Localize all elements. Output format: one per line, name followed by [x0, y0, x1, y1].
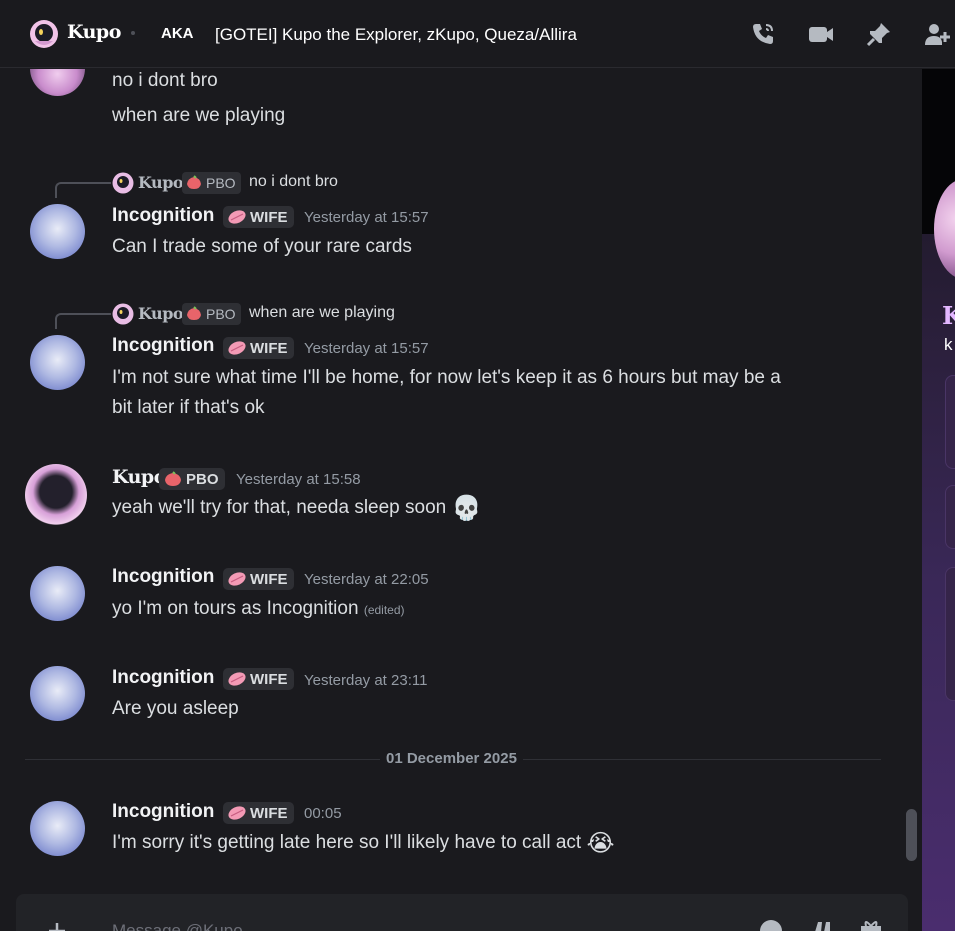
message-timestamp[interactable]: Yesterday at 15:57	[304, 209, 429, 226]
add-friend-icon[interactable]	[923, 20, 951, 48]
reply-author: Kupo	[138, 173, 184, 192]
message-text: no i dont bro	[112, 70, 218, 91]
role-tag[interactable]: WIFE	[223, 337, 294, 359]
message-timestamp[interactable]: Yesterday at 15:57	[304, 340, 429, 357]
date-divider-label: 01 December 2025	[380, 750, 523, 767]
plus-icon[interactable]	[46, 920, 68, 931]
tag-icon	[228, 672, 246, 686]
gift-icon[interactable]	[758, 918, 784, 931]
role-tag[interactable]: WIFE	[223, 568, 294, 590]
skull-emoji-icon: 💀	[451, 495, 482, 522]
reply-avatar	[112, 303, 134, 325]
message-author[interactable]: Kupo	[112, 466, 166, 488]
avatar[interactable]	[30, 204, 85, 259]
tag-icon	[187, 175, 201, 189]
message-text: Can I trade some of your rare cards	[112, 236, 412, 257]
header-separator-dot	[131, 31, 135, 35]
reply-avatar	[112, 172, 134, 194]
message-input[interactable]: Message @Kupo	[112, 921, 243, 931]
message-timestamp[interactable]: Yesterday at 15:58	[236, 471, 361, 488]
phone-call-icon[interactable]	[749, 20, 777, 48]
header-avatar[interactable]	[29, 19, 59, 49]
role-tag[interactable]: WIFE	[223, 206, 294, 228]
header-username: Kupo	[67, 21, 121, 43]
reply-connector	[55, 182, 111, 198]
message-author[interactable]: Incognition	[112, 205, 214, 227]
tag-icon	[165, 471, 181, 486]
reply-text: when are we playing	[249, 304, 395, 321]
loudly-crying-emoji-icon: 😭	[586, 830, 615, 857]
tag-icon	[228, 210, 246, 224]
reply-author: Kupo	[138, 304, 184, 323]
message-text: Are you asleep	[112, 698, 239, 719]
tag-icon	[187, 306, 201, 320]
profile-panel: K k	[922, 69, 955, 931]
reply-tag: PBO	[182, 172, 241, 194]
avatar[interactable]	[30, 801, 85, 856]
message-author[interactable]: Incognition	[112, 335, 214, 357]
dm-header: Kupo AKA [GOTEI] Kupo the Explorer, zKup…	[0, 0, 955, 68]
message-text: when are we playing	[112, 105, 286, 126]
avatar[interactable]	[30, 666, 85, 721]
tag-icon	[228, 341, 246, 355]
role-tag[interactable]: WIFE	[223, 802, 294, 824]
message-text: yeah we'll try for that, needa sleep soo…	[112, 495, 482, 522]
gift-box-icon[interactable]	[858, 918, 884, 931]
profile-card[interactable]	[945, 375, 955, 469]
avatar[interactable]	[30, 69, 85, 96]
profile-username: k	[944, 335, 953, 354]
message-list[interactable]: no i dont bro when are we playing Kupo P…	[0, 69, 922, 893]
message-author[interactable]: Incognition	[112, 566, 214, 588]
message-author[interactable]: Incognition	[112, 667, 214, 689]
reply-tag: PBO	[182, 303, 241, 325]
message-timestamp[interactable]: Yesterday at 23:11	[304, 672, 427, 689]
message-timestamp[interactable]: 00:05	[304, 805, 342, 822]
role-tag[interactable]: PBO	[159, 468, 225, 490]
header-aka-label: AKA	[161, 25, 194, 42]
scrollbar-thumb[interactable]	[906, 809, 917, 861]
role-tag[interactable]: WIFE	[223, 668, 294, 690]
edited-label: (edited)	[363, 603, 405, 617]
video-call-icon[interactable]	[807, 20, 835, 48]
pin-icon[interactable]	[865, 20, 893, 48]
avatar[interactable]	[30, 566, 85, 621]
avatar[interactable]	[25, 464, 87, 526]
profile-card[interactable]	[945, 567, 955, 701]
reply-text: no i dont bro	[249, 173, 338, 190]
profile-card[interactable]	[945, 485, 955, 549]
header-aliases: [GOTEI] Kupo the Explorer, zKupo, Queza/…	[215, 25, 577, 44]
dm-window: Kupo AKA [GOTEI] Kupo the Explorer, zKup…	[0, 0, 955, 931]
avatar[interactable]	[30, 335, 85, 390]
reply-connector	[55, 313, 111, 329]
tag-icon	[228, 806, 246, 820]
message-text: I'm not sure what time I'll be home, for…	[112, 367, 781, 388]
message-composer[interactable]: Message @Kupo	[16, 894, 908, 931]
profile-name: K	[942, 301, 955, 330]
message-text: yo I'm on tours as Incognition (edited)	[112, 598, 405, 619]
message-author[interactable]: Incognition	[112, 801, 214, 823]
tag-icon	[228, 572, 246, 586]
message-text: bit later if that's ok	[112, 397, 265, 418]
message-text: I'm sorry it's getting late here so I'll…	[112, 830, 615, 857]
sticker-icon[interactable]	[808, 918, 834, 931]
message-timestamp[interactable]: Yesterday at 22:05	[304, 571, 429, 588]
